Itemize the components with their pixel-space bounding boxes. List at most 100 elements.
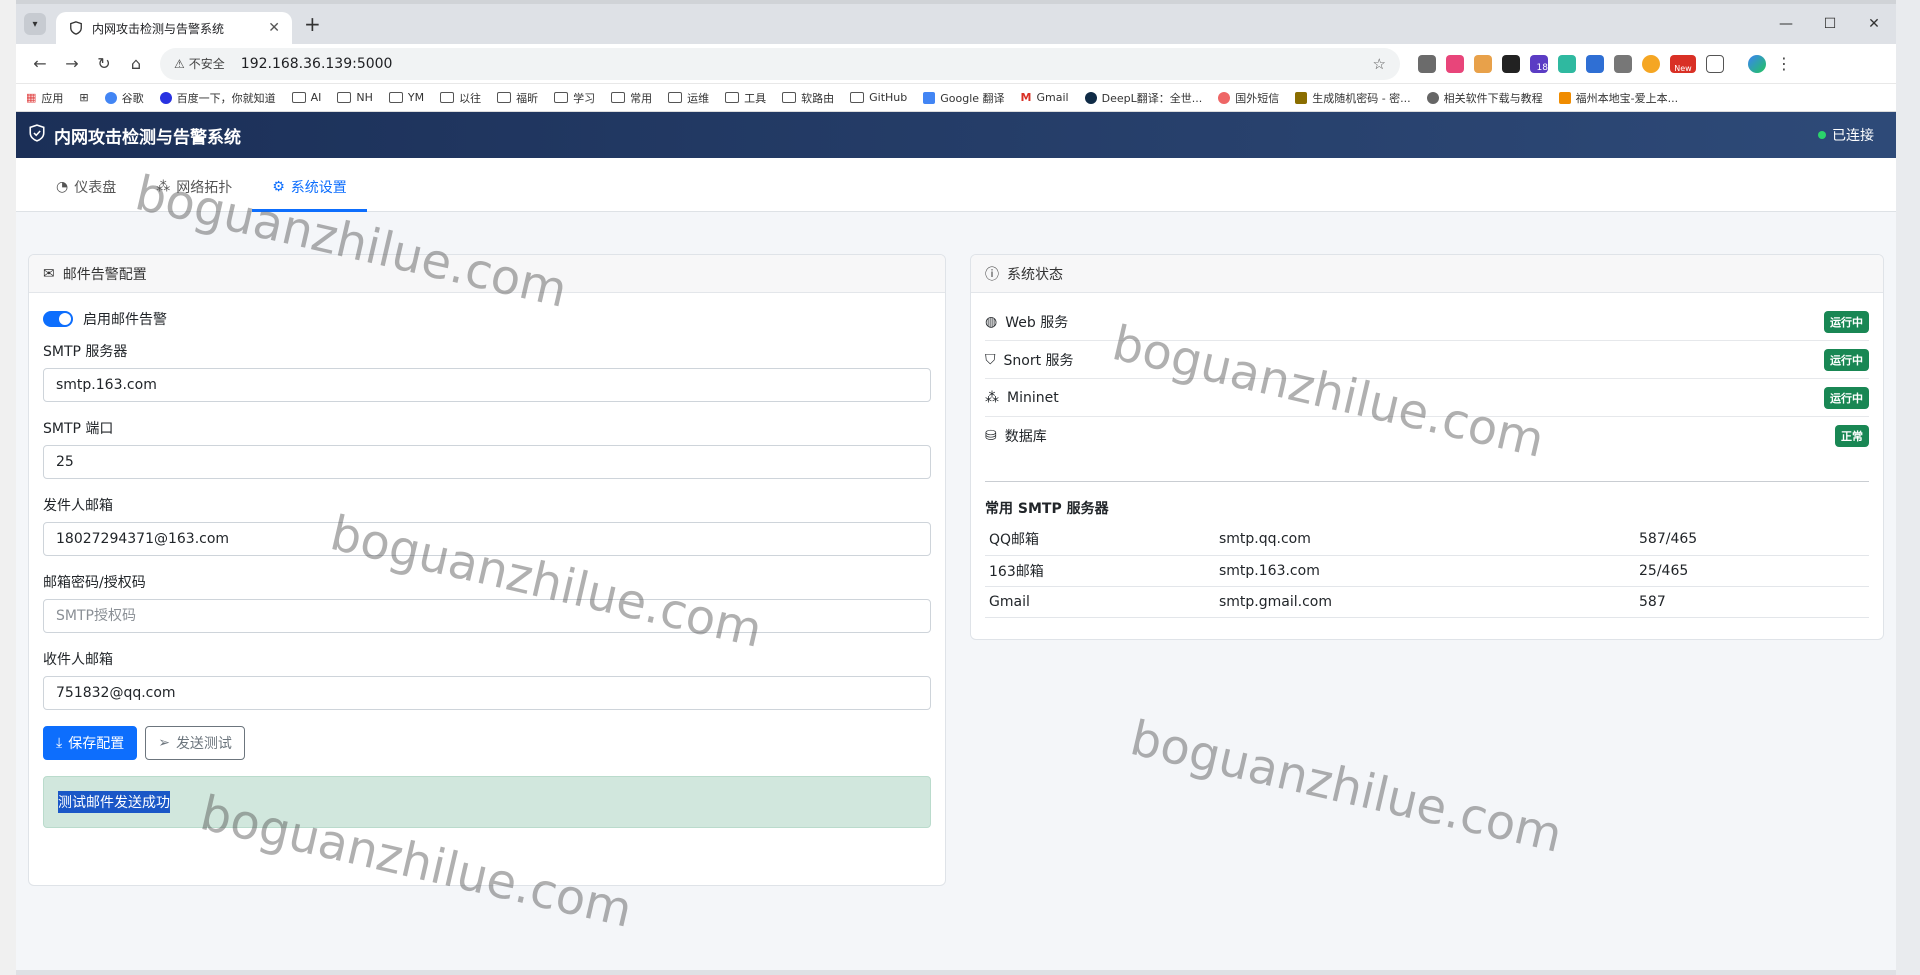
toggle-switch[interactable] — [43, 311, 73, 327]
smtp-server-input[interactable] — [43, 368, 931, 402]
tab-search-button[interactable]: ▾ — [24, 13, 46, 35]
bookmark-folder[interactable]: NH — [337, 91, 373, 104]
info-circle-icon: ⓘ — [985, 266, 999, 283]
recipient-email-input[interactable] — [43, 676, 931, 710]
home-icon[interactable]: ⌂ — [120, 48, 152, 80]
folder-icon — [850, 92, 865, 103]
bookmark-star-icon[interactable]: ☆ — [1373, 55, 1386, 73]
bookmark-folder[interactable]: AI — [291, 91, 321, 104]
extension-icon[interactable] — [1614, 54, 1632, 73]
bookmark-item[interactable]: 百度一下，你就知道 — [159, 90, 276, 106]
globe-icon — [1426, 91, 1439, 104]
shield-icon — [68, 20, 84, 36]
bookmark-item[interactable]: M Gmail — [1021, 91, 1069, 104]
browser-window: ▾ 内网攻击检测与告警系统 ✕ + — ☐ ✕ ← → ↻ ⌂ ⚠ 不安全 19… — [16, 4, 1896, 970]
extension-icon[interactable] — [1586, 54, 1604, 73]
bookmark-item[interactable]: 生成随机密码 - 密... — [1295, 90, 1411, 106]
back-icon[interactable]: ← — [24, 48, 56, 80]
extension-icon[interactable] — [1642, 54, 1660, 73]
folder-icon — [291, 92, 306, 103]
bookmark-item[interactable]: 谷歌 — [104, 90, 144, 106]
send-test-button[interactable]: ➢ 发送测试 — [145, 726, 245, 760]
diagram-icon: ⁂ — [985, 389, 999, 406]
diagram-icon: ⁂ — [156, 179, 171, 195]
system-status-card: ⓘ 系统状态 ◍ Web 服务 运行中 ⛉ Snort 服务 运行中 ⁂ Minine… — [970, 254, 1884, 640]
google-icon — [104, 91, 117, 104]
bookmark-folder[interactable]: 常用 — [611, 90, 652, 106]
extension-badge-icon[interactable]: 18 — [1530, 54, 1548, 73]
send-icon: ➢ — [158, 735, 170, 751]
screen-right-edge — [1896, 0, 1920, 975]
bookmark-folder[interactable]: 工具 — [725, 90, 766, 106]
form-actions: ⤓ 保存配置 ➢ 发送测试 — [43, 726, 931, 760]
globe-icon: ◍ — [985, 313, 998, 330]
warning-icon: ⚠ — [174, 56, 185, 71]
url-text: 192.168.36.139:5000 — [240, 55, 393, 72]
bookmark-folder[interactable]: GitHub — [850, 91, 907, 104]
smtp-server-label: SMTP 服务器 — [43, 344, 128, 360]
bookmark-folder[interactable]: YM — [388, 91, 424, 104]
folder-icon — [782, 92, 797, 103]
extension-icon[interactable] — [1474, 54, 1492, 73]
tab-settings[interactable]: ⚙ 系统设置 — [252, 177, 367, 212]
bookmark-item[interactable]: ⊞ — [79, 91, 88, 104]
recipient-email-label: 收件人邮箱 — [43, 652, 113, 668]
sender-email-input[interactable] — [43, 522, 931, 556]
extension-new-icon[interactable]: New — [1670, 54, 1696, 73]
sender-email-field: 发件人邮箱 — [43, 495, 931, 556]
nav-tabs: ◔ 仪表盘 ⁂ 网络拓扑 ⚙ 系统设置 — [16, 158, 1896, 212]
system-status-body: ◍ Web 服务 运行中 ⛉ Snort 服务 运行中 ⁂ Mininet 运行中 ⛁… — [971, 293, 1883, 634]
extensions-puzzle-icon[interactable] — [1706, 54, 1724, 73]
maximize-icon[interactable]: ☐ — [1808, 4, 1852, 44]
extension-icon[interactable] — [1418, 54, 1436, 73]
email-alert-toggle[interactable]: 启用邮件告警 — [43, 309, 931, 329]
alert-message: 测试邮件发送成功 — [58, 791, 170, 813]
bookmark-item[interactable]: Google 翻译 — [923, 90, 1005, 106]
service-row: ⛉ Snort 服务 运行中 — [985, 341, 1869, 379]
browser-menu-icon[interactable]: ⋮ — [1776, 54, 1792, 73]
forward-icon[interactable]: → — [56, 48, 88, 80]
tab-dashboard[interactable]: ◔ 仪表盘 — [36, 177, 136, 211]
extension-icon[interactable] — [1446, 54, 1464, 73]
bookmark-folder[interactable]: 以往 — [440, 90, 481, 106]
bookmark-folder[interactable]: 软路由 — [782, 90, 834, 106]
email-config-body: 启用邮件告警 SMTP 服务器 SMTP 端口 发件人邮箱 邮箱密码/授权码 — [29, 293, 945, 844]
extension-icon[interactable] — [1502, 54, 1520, 73]
profile-avatar[interactable] — [1748, 54, 1766, 73]
tab-topology[interactable]: ⁂ 网络拓扑 — [136, 177, 252, 211]
smtp-port-input[interactable] — [43, 445, 931, 479]
reload-icon[interactable]: ↻ — [88, 48, 120, 80]
security-indicator[interactable]: ⚠ 不安全 — [174, 55, 225, 72]
app-brand[interactable]: 内网攻击检测与告警系统 — [28, 123, 241, 148]
address-bar[interactable]: ⚠ 不安全 192.168.36.139:5000 ☆ — [160, 47, 1400, 80]
bookmark-item[interactable]: ▦ 应用 — [26, 90, 63, 106]
browser-tab[interactable]: 内网攻击检测与告警系统 ✕ — [56, 12, 292, 44]
baidu-icon — [159, 91, 172, 104]
tab-close-icon[interactable]: ✕ — [268, 20, 280, 36]
bookmark-folder[interactable]: 学习 — [554, 90, 595, 106]
app-page: 内网攻击检测与告警系统 已连接 ◔ 仪表盘 ⁂ 网络拓扑 ⚙ 系统设置 ✉ 邮件… — [16, 112, 1896, 970]
minimize-icon[interactable]: — — [1764, 4, 1808, 44]
bookmark-item[interactable]: 相关软件下载与教程 — [1426, 90, 1543, 106]
bookmark-item[interactable]: 福州本地宝-爱上本... — [1558, 90, 1678, 106]
folder-icon — [337, 92, 352, 103]
gear-icon: ⚙ — [272, 179, 285, 195]
table-row: 163邮箱 smtp.163.com 25/465 — [985, 555, 1869, 587]
gmail-icon: M — [1020, 91, 1032, 104]
bookmark-item[interactable]: 国外短信 — [1218, 90, 1279, 106]
table-row: QQ邮箱 smtp.qq.com 587/465 — [985, 524, 1869, 556]
app-header: 内网攻击检测与告警系统 已连接 — [16, 112, 1896, 158]
bendibao-icon — [1558, 91, 1571, 104]
new-tab-icon[interactable]: + — [304, 12, 321, 36]
envelope-icon: ✉ — [43, 265, 55, 282]
bookmark-folder[interactable]: 福昕 — [497, 90, 538, 106]
bookmark-folder[interactable]: 运维 — [668, 90, 709, 106]
tab-strip: ▾ 内网攻击检测与告警系统 ✕ + — ☐ ✕ — [16, 4, 1896, 44]
smtp-port-field: SMTP 端口 — [43, 418, 931, 479]
close-window-icon[interactable]: ✕ — [1852, 4, 1896, 44]
save-config-button[interactable]: ⤓ 保存配置 — [43, 726, 138, 760]
bookmark-item[interactable]: DeepL翻译：全世... — [1084, 90, 1202, 106]
extension-icon[interactable] — [1558, 54, 1576, 73]
password-input[interactable] — [43, 599, 931, 633]
folder-icon — [725, 92, 740, 103]
